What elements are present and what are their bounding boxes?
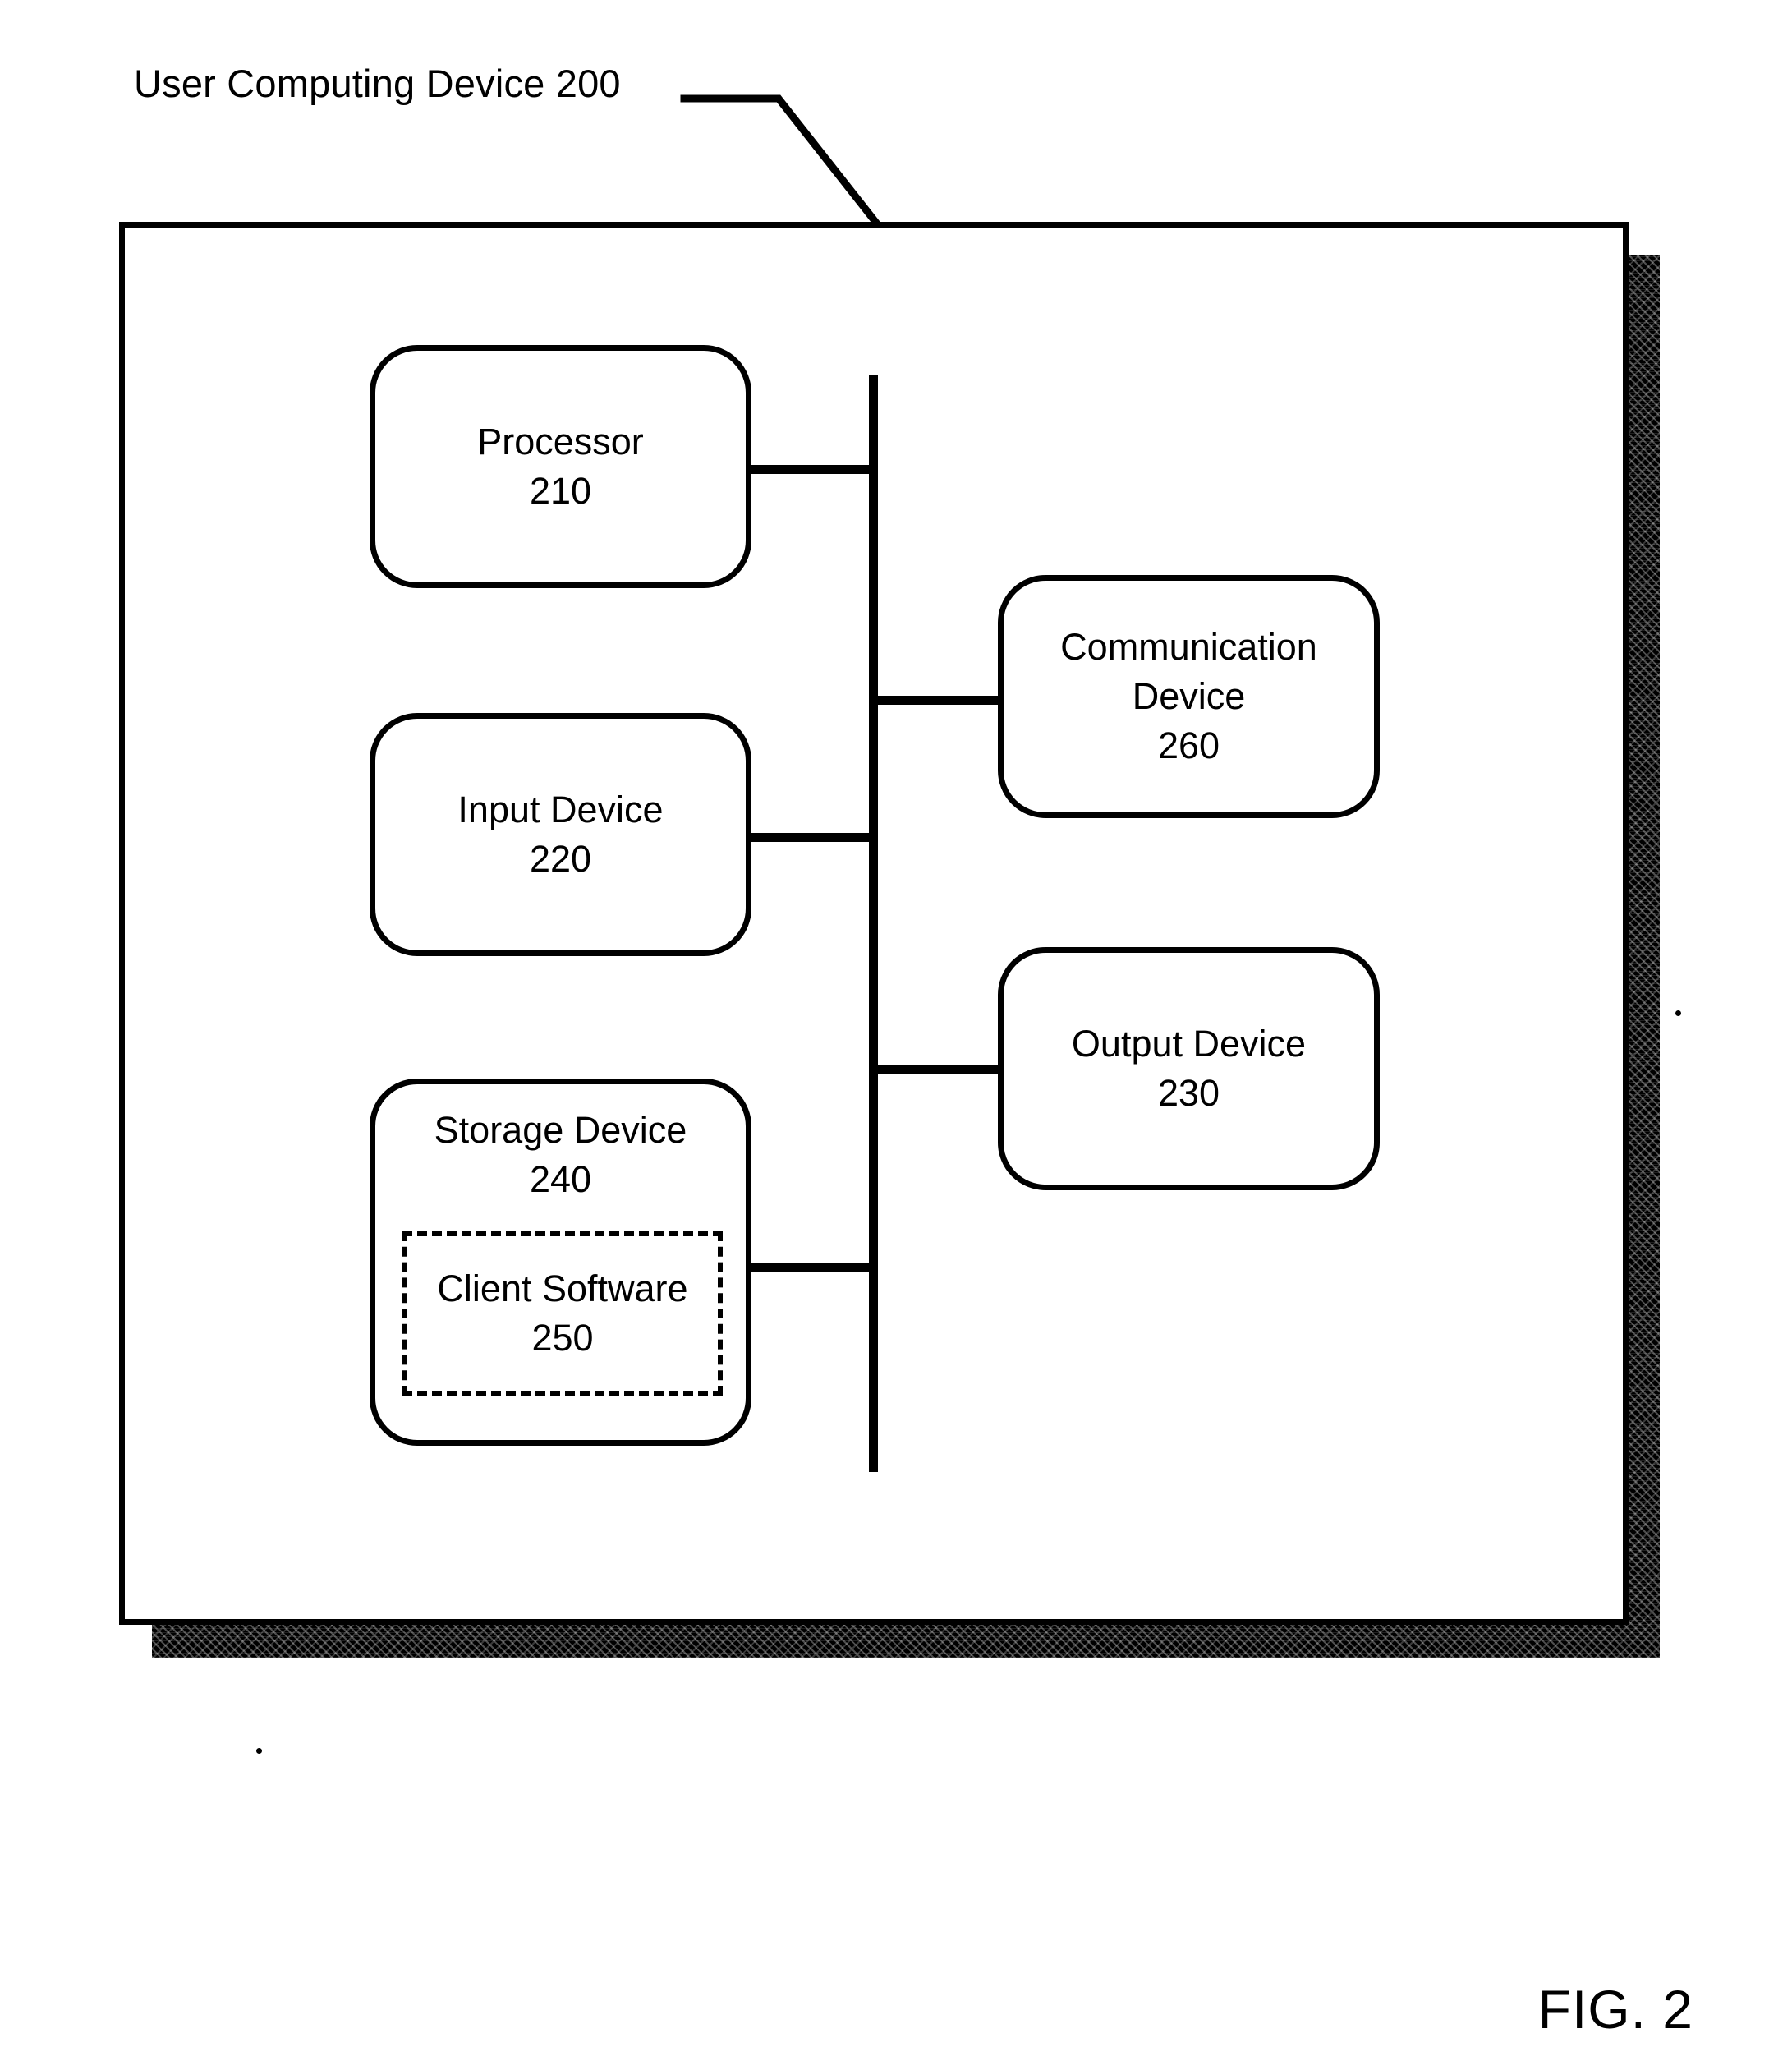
bus-branch-output-device [869,1065,1002,1074]
scan-speck [256,1748,262,1754]
scan-speck [1675,1010,1681,1016]
block-output-device-name: Output Device [1071,1023,1307,1065]
block-client-software: Client Software 250 [402,1231,723,1396]
block-processor-numeral: 210 [529,470,592,512]
block-communication-device: Communication Device 260 [998,575,1380,818]
block-communication-device-name-2: Device [1132,675,1246,717]
bus-branch-communication-device [869,696,1002,705]
block-communication-device-numeral: 260 [1157,724,1220,766]
bus-branch-processor [746,465,877,474]
block-output-device-numeral: 230 [1157,1072,1220,1114]
leader-line-icon [680,94,881,228]
block-processor: Processor 210 [370,345,751,588]
block-communication-device-name-1: Communication [1060,626,1317,668]
block-storage-device-numeral: 240 [529,1158,592,1200]
block-storage-device-name: Storage Device [434,1109,687,1151]
block-client-software-name: Client Software [437,1267,688,1309]
block-processor-name: Processor [477,421,644,462]
block-input-device-numeral: 220 [529,838,592,880]
bus-branch-storage-device [746,1263,877,1272]
block-output-device: Output Device 230 [998,947,1380,1190]
block-client-software-numeral: 250 [531,1317,594,1359]
block-input-device-name: Input Device [457,789,664,830]
bus-branch-input-device [746,833,877,842]
figure-number: FIG. 2 [1537,1979,1693,2040]
figure-page: User Computing Device 200 Processor 210 … [0,0,1792,2070]
block-input-device: Input Device 220 [370,713,751,956]
system-bus-line [869,375,878,1472]
enclosure-label: User Computing Device 200 [134,62,621,105]
